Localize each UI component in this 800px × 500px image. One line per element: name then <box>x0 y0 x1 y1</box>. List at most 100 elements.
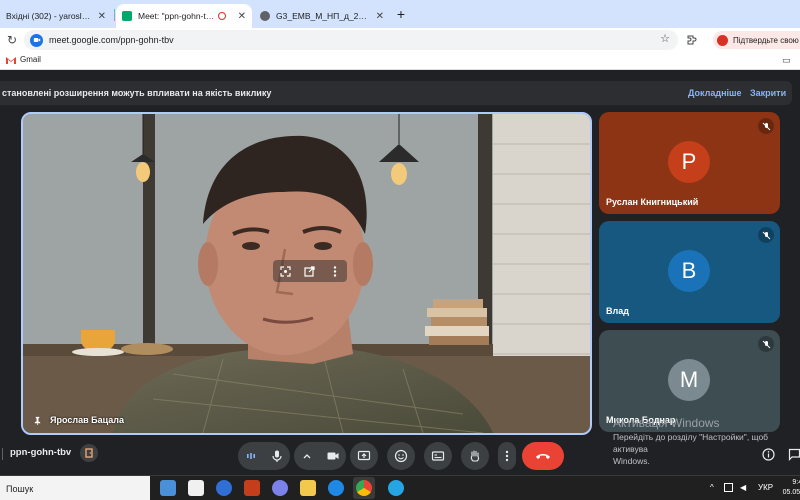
avatar: M <box>668 359 710 401</box>
close-icon[interactable]: ✕ <box>92 11 106 22</box>
pin-to-screen-icon[interactable] <box>304 265 316 277</box>
bookmarks-bar: Gmail ▭ <box>0 52 800 70</box>
search-label: Пошук <box>6 483 34 494</box>
taskbar-search[interactable]: Пошук <box>0 476 150 500</box>
tile-overlay-tools <box>273 260 347 282</box>
mic-off-icon <box>758 227 774 243</box>
omnibox[interactable]: meet.google.com/ppn-gohn-tbv ☆ <box>24 30 678 50</box>
participant-name: Руслан Книгницький <box>606 197 699 207</box>
tab-pdf[interactable]: G3_EMB_M_НП_д_2025.pdf ✕ <box>254 4 390 28</box>
microphone-group <box>238 442 290 470</box>
extensions-notice: становлені розширення можуть впливати на… <box>0 81 792 105</box>
edge-icon[interactable] <box>328 480 344 496</box>
notice-text: становлені розширення можуть впливати на… <box>2 88 272 98</box>
notice-more-link[interactable]: Докладніше <box>688 88 742 98</box>
meet-area: становлені розширення можуть впливати на… <box>0 71 800 475</box>
microphone-icon[interactable] <box>270 449 284 463</box>
chat-icon <box>788 448 800 461</box>
close-icon[interactable]: ✕ <box>232 11 246 22</box>
present-screen-button[interactable] <box>350 442 378 470</box>
meet-icon <box>122 11 132 21</box>
network-icon[interactable] <box>724 483 733 492</box>
url-text: meet.google.com/ppn-gohn-tbv <box>49 35 174 45</box>
tab-title: Вхідні (302) - yaroslav.batsala@ <box>6 11 92 21</box>
mic-off-icon <box>758 336 774 352</box>
participant-tile[interactable]: B Влад <box>599 221 780 323</box>
more-options-button[interactable] <box>498 442 516 470</box>
activation-title: Активація Windows <box>613 416 720 430</box>
meeting-details-button[interactable] <box>760 446 776 462</box>
notice-close-button[interactable]: Закрити <box>750 88 786 98</box>
reactions-button[interactable] <box>387 442 415 470</box>
chat-button[interactable] <box>786 446 800 462</box>
tab-meet[interactable]: Meet: "ppn-gohn-tbv" ✕ <box>116 4 252 28</box>
raise-hand-button[interactable] <box>461 442 489 470</box>
bookmark-star-icon[interactable]: ☆ <box>660 32 670 45</box>
app-icon[interactable] <box>160 480 176 496</box>
more-options-icon[interactable] <box>329 265 341 277</box>
address-bar: ↻ meet.google.com/ppn-gohn-tbv ☆ Підтвер… <box>0 28 800 52</box>
divider <box>2 448 3 460</box>
clock-date: 05.05.2 <box>782 489 800 496</box>
extensions-icon[interactable] <box>686 34 698 46</box>
more-vert-icon <box>505 450 509 462</box>
chevron-up-icon[interactable]: ^ <box>710 483 714 492</box>
present-icon <box>357 450 371 461</box>
tab-gmail[interactable]: Вхідні (302) - yaroslav.batsala@ ✕ <box>0 4 112 28</box>
profile-pill[interactable]: Підтвердьте свою ос <box>713 31 800 49</box>
chrome-icon[interactable] <box>356 480 372 496</box>
tab-separator <box>114 9 115 21</box>
volume-icon[interactable]: ◀ <box>740 483 746 492</box>
globe-icon <box>260 11 270 21</box>
folder-icon[interactable] <box>300 480 316 496</box>
clock-time: 9:40 <box>792 479 800 486</box>
host-controls-button[interactable] <box>80 444 98 462</box>
mic-off-icon <box>758 118 774 134</box>
main-participant-label: Ярослав Бацала <box>33 415 124 425</box>
app-icon[interactable] <box>216 480 232 496</box>
audio-level-icon <box>247 453 255 459</box>
tab-title: G3_EMB_M_НП_д_2025.pdf <box>276 11 370 21</box>
telegram-icon[interactable] <box>388 480 404 496</box>
app-icon[interactable] <box>188 480 204 496</box>
avatar: B <box>668 250 710 292</box>
close-icon[interactable]: ✕ <box>370 11 384 22</box>
books <box>425 299 489 345</box>
folder-icon[interactable]: ▭ <box>782 55 791 66</box>
gmail-icon <box>6 56 16 64</box>
pin-icon[interactable] <box>33 416 42 425</box>
camera-group <box>294 442 346 470</box>
powerpoint-icon[interactable] <box>244 480 260 496</box>
windows-taskbar: Пошук ^ ◀ УКР 9:40 05.05.2 <box>0 475 800 500</box>
reload-icon[interactable]: ↻ <box>4 32 20 48</box>
profile-pill-label: Підтвердьте свою ос <box>733 35 800 45</box>
phone-hangup-icon <box>536 454 550 459</box>
end-call-button[interactable] <box>522 442 564 470</box>
emoji-icon <box>394 449 408 463</box>
hand-icon <box>470 450 480 462</box>
participant-name: Влад <box>606 306 629 316</box>
screen: Вхідні (302) - yaroslav.batsala@ ✕ Meet:… <box>0 0 800 500</box>
frame-icon[interactable] <box>279 265 291 277</box>
main-participant-name: Ярослав Бацала <box>50 415 124 425</box>
recording-icon <box>217 12 226 20</box>
meet-site-icon <box>30 33 43 47</box>
bookmark-gmail[interactable]: Gmail <box>6 55 41 64</box>
language-indicator[interactable]: УКР <box>758 483 773 492</box>
meeting-code: ppn-gohn-tbv <box>10 447 72 458</box>
avatar: Р <box>668 141 710 183</box>
camera-icon[interactable] <box>326 449 340 463</box>
main-video-tile[interactable]: Ярослав Бацала <box>21 112 592 435</box>
new-tab-button[interactable]: + <box>392 5 410 23</box>
info-icon <box>761 447 775 461</box>
bookmark-label: Gmail <box>20 55 41 64</box>
profile-avatar <box>717 34 728 46</box>
door-icon <box>84 448 93 458</box>
browser-tab-bar: Вхідні (302) - yaroslav.batsala@ ✕ Meet:… <box>0 0 800 28</box>
chevron-up-icon[interactable] <box>300 449 314 463</box>
app-icon[interactable] <box>272 480 288 496</box>
tab-title: Meet: "ppn-gohn-tbv" <box>138 11 218 21</box>
participant-tile[interactable]: Р Руслан Книгницький <box>599 112 780 214</box>
clock[interactable]: 9:40 05.05.2 <box>776 478 800 498</box>
captions-button[interactable] <box>424 442 452 470</box>
